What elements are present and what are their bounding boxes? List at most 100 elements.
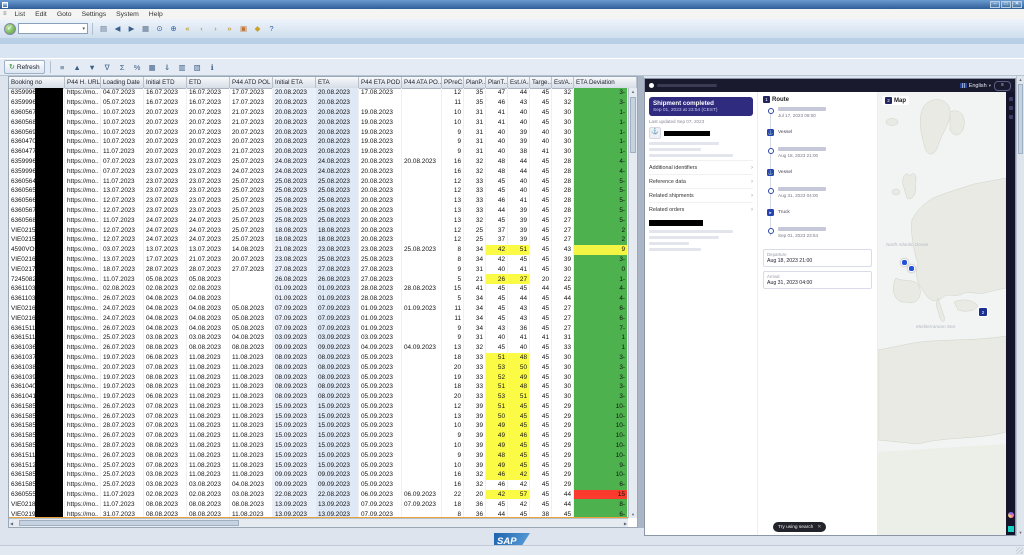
table-cell[interactable]: 07.09.2023 — [316, 323, 359, 333]
table-cell[interactable]: 5- — [574, 176, 628, 186]
table-cell[interactable]: 29 — [552, 450, 574, 461]
table-cell[interactable]: 45 — [530, 293, 552, 304]
table-cell[interactable]: 05.09.2023 — [359, 391, 402, 402]
table-cell[interactable]: 33 — [464, 391, 486, 402]
table-cell[interactable]: 28 — [552, 156, 574, 167]
table-cell[interactable]: 3- — [574, 381, 628, 392]
table-cell[interactable]: 9 — [574, 244, 628, 255]
table-row[interactable]: 6361039 https://mo.. 19.07.2023 08.08.2023 1… — [9, 372, 628, 382]
table-cell[interactable] — [402, 411, 442, 422]
table-cell[interactable]: 05.08.2023 — [187, 274, 230, 284]
table-cell[interactable]: 40 — [508, 176, 530, 186]
table-cell[interactable]: 20.07.2023 — [144, 136, 187, 147]
table-cell[interactable]: 30 — [552, 146, 574, 157]
table-cell[interactable]: 33 — [464, 176, 486, 186]
vertical-scroll-thumb[interactable] — [630, 97, 636, 153]
table-cell[interactable]: 43 — [508, 97, 530, 108]
table-cell[interactable]: 25.08.2023 — [402, 244, 442, 255]
save-icon[interactable]: ▤ — [97, 22, 110, 35]
table-cell[interactable]: 6361585 — [9, 479, 65, 490]
table-cell[interactable]: 11.08.2023 — [230, 362, 273, 373]
table-cell[interactable]: 45 — [530, 117, 552, 128]
table-cell[interactable]: 07.08.2023 — [144, 430, 187, 441]
table-cell[interactable]: 04.08.2023 — [144, 313, 187, 324]
table-cell[interactable] — [402, 313, 442, 324]
table-cell[interactable]: 6361103 — [9, 283, 65, 294]
table-cell[interactable]: 15.09.2023 — [273, 440, 316, 451]
table-cell[interactable]: VIE0217 — [9, 264, 65, 275]
table-cell[interactable]: 06.08.2023 — [144, 391, 187, 402]
table-cell[interactable]: 01.09.2023 — [273, 293, 316, 304]
table-cell[interactable] — [402, 117, 442, 128]
table-cell[interactable]: 23.07.2023 — [187, 166, 230, 177]
table-cell[interactable]: 43 — [508, 303, 530, 314]
table-cell[interactable]: 6360564 — [9, 176, 65, 186]
command-field[interactable]: ▾ — [18, 23, 88, 34]
table-cell[interactable]: 45 — [530, 107, 552, 118]
table-cell[interactable]: 45 — [530, 460, 552, 471]
table-cell[interactable]: 37 — [486, 234, 508, 245]
table-cell[interactable]: 25.07.2023 — [101, 460, 144, 471]
new-session-icon[interactable]: ▣ — [237, 22, 250, 35]
table-cell[interactable]: https://mo.. — [65, 254, 101, 265]
sum-icon[interactable]: Σ — [116, 61, 129, 74]
table-cell[interactable]: 20.08.2023 — [316, 97, 359, 108]
table-cell[interactable]: 45 — [530, 342, 552, 353]
table-cell[interactable]: 32 — [464, 215, 486, 226]
table-cell[interactable]: 6361039 — [9, 372, 65, 382]
refresh-button[interactable]: ↻ Refresh — [4, 60, 45, 74]
table-cell[interactable]: 28 — [552, 166, 574, 177]
table-cell[interactable]: 45 — [486, 176, 508, 186]
table-cell[interactable]: 05.09.2023 — [359, 381, 402, 392]
table-cell[interactable]: 25.08.2023 — [316, 185, 359, 196]
table-cell[interactable]: 12.07.2023 — [101, 205, 144, 216]
table-cell[interactable]: 44 — [530, 283, 552, 294]
table-cell[interactable]: 39 — [464, 440, 486, 451]
map-pin-icon[interactable] — [901, 259, 908, 266]
table-cell[interactable]: 45 — [508, 254, 530, 265]
table-cell[interactable]: 40 — [508, 107, 530, 118]
table-cell[interactable]: 18.08.2023 — [273, 225, 316, 235]
table-cell[interactable]: 28 — [552, 185, 574, 196]
table-cell[interactable]: 10- — [574, 421, 628, 431]
table-cell[interactable]: 6361512 — [9, 460, 65, 471]
table-cell[interactable]: 9- — [574, 460, 628, 471]
table-cell[interactable]: VIE0215 — [9, 225, 65, 235]
table-cell[interactable]: 39 — [508, 215, 530, 226]
table-cell[interactable]: 1 — [574, 332, 628, 343]
table-cell[interactable]: 11.08.2023 — [230, 352, 273, 363]
table-cell[interactable]: https://mo.. — [65, 332, 101, 343]
next-page-icon[interactable]: › — [209, 22, 222, 35]
table-cell[interactable]: 45 — [530, 166, 552, 177]
table-cell[interactable]: 51 — [486, 352, 508, 363]
table-cell[interactable]: 24.07.2023 — [230, 166, 273, 177]
table-cell[interactable]: 20.08.2023 — [359, 176, 402, 186]
table-cell[interactable]: 20.07.2023 — [144, 117, 187, 128]
find-next-icon[interactable]: ⊕ — [167, 22, 180, 35]
table-cell[interactable]: 15.09.2023 — [316, 411, 359, 422]
table-cell[interactable]: 19.07.2023 — [101, 381, 144, 392]
table-cell[interactable]: 03.08.2023 — [144, 470, 187, 480]
table-row[interactable]: 6361512 https://mo.. 25.07.2023 07.08.2023 1… — [9, 460, 628, 471]
table-cell[interactable]: 20.08.2023 — [359, 225, 402, 235]
table-cell[interactable]: 6361038 — [9, 362, 65, 373]
table-cell[interactable] — [230, 274, 273, 284]
table-cell[interactable]: 1- — [574, 127, 628, 137]
table-cell[interactable]: 3- — [574, 362, 628, 373]
table-cell[interactable]: 25.08.2023 — [273, 215, 316, 226]
table-cell[interactable]: 41 — [530, 146, 552, 157]
table-cell[interactable]: 9 — [442, 136, 464, 147]
table-cell[interactable]: 6361037 — [9, 352, 65, 363]
table-cell[interactable]: 40 — [530, 136, 552, 147]
table-cell[interactable]: 6361511 — [9, 323, 65, 333]
table-cell[interactable]: 3- — [574, 97, 628, 108]
table-cell[interactable]: 04.08.2023 — [144, 303, 187, 314]
table-row[interactable]: 6360569 https://mo.. 10.07.2023 20.07.2023 2… — [9, 127, 628, 137]
chat-widget-icon[interactable] — [1007, 512, 1014, 518]
table-cell[interactable]: 45 — [530, 264, 552, 275]
table-cell[interactable]: 05.09.2023 — [359, 450, 402, 461]
table-cell[interactable]: 36 — [508, 323, 530, 333]
date-field[interactable]: Arrival Aug 31, 2023 04:00 — [763, 271, 872, 289]
table-cell[interactable]: 3- — [574, 372, 628, 382]
table-cell[interactable]: 40 — [486, 127, 508, 137]
